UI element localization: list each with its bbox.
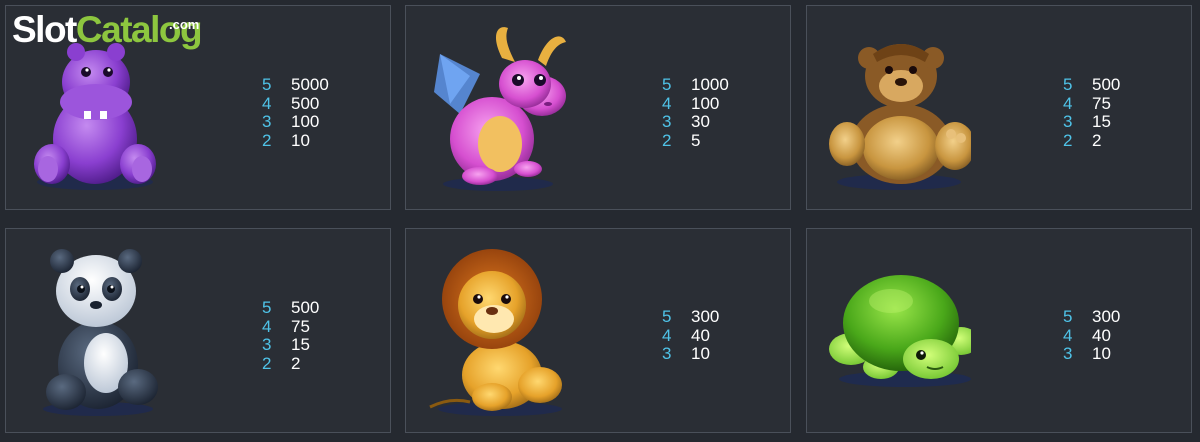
symbol-count: 2 [662,130,672,150]
paytable-row: 4 500 [262,93,329,114]
paytable-row: 5 300 [1063,307,1121,327]
paytable-row: 5 5000 [262,75,329,95]
paytable-row: 3 15 [262,335,319,355]
paytable-row: 22 [262,353,319,374]
payout-value: 1000 [691,75,729,94]
slotcatalog-watermark: SlotCatalog .com [12,9,203,50]
pink-dragon-icon [420,14,570,199]
symbol-count: 5 [662,75,672,94]
paytable-row: 4 40 [1063,325,1120,346]
payout-value: 15 [291,335,310,354]
payout-value: 2 [1092,130,1102,150]
watermark-com: .com [169,17,200,32]
symbol-count: 2 [262,353,272,373]
paytable-row: 5 1000 [662,75,729,95]
payout-value: 500 [291,298,320,317]
paytable-row: 3 10 [1063,344,1120,364]
turtle-icon [821,237,971,422]
lion-icon [420,237,570,422]
payout-value: 5 [691,130,701,150]
symbol-count: 2 [1063,130,1073,150]
payout-value: 500 [1092,75,1121,94]
symbol-count: 4 [262,93,272,113]
watermark-slot: Slot [12,9,77,50]
paytable-row: 4 75 [1063,93,1120,114]
symbol-panel-turtle: 5 300 4 40 3 10 [806,228,1192,433]
symbol-count: 4 [1063,93,1073,113]
payout-value: 100 [291,112,320,131]
symbol-count: 3 [662,112,672,131]
symbol-count: 4 [262,316,272,336]
paytable-row: 5 500 [262,298,320,318]
payout-value: 40 [1092,325,1111,345]
symbol-count: 3 [1063,344,1073,363]
payout-value: 10 [691,344,710,363]
paytable-row: 4 40 [662,325,719,346]
payout-value: 500 [291,93,320,113]
symbol-count: 3 [662,344,672,363]
payout-value: 30 [691,112,710,131]
paytable-dragon: 5 1000 4 100 3 30 25 [662,75,729,151]
payout-value: 2 [291,353,301,373]
payout-value: 300 [691,307,720,326]
symbol-panel-bear: 5 500 4 75 3 15 22 [806,5,1192,210]
payout-value: 10 [1092,344,1111,363]
paytable-panda: 5 500 4 75 3 15 22 [262,298,320,374]
symbol-count: 4 [1063,325,1073,345]
paytable-row: 5 500 [1063,75,1121,95]
symbol-panel-panda: 5 500 4 75 3 15 22 [5,228,391,433]
paytable-row: 3 30 [662,112,729,132]
symbol-count: 3 [262,335,272,354]
paytable-row: 4 100 [662,93,729,114]
panda-icon [20,237,170,422]
payout-value: 300 [1092,307,1121,326]
symbol-count: 4 [662,93,672,113]
paytable-bear: 5 500 4 75 3 15 22 [1063,75,1121,151]
paytable-row: 25 [662,130,729,151]
symbol-count: 5 [1063,307,1073,326]
symbol-panel-lion: 5 300 4 40 3 10 [405,228,791,433]
paytable-row: 4 75 [262,316,319,337]
symbol-count: 5 [662,307,672,326]
payout-value: 100 [691,93,720,113]
payout-value: 40 [691,325,710,345]
payout-value: 75 [1092,93,1111,113]
symbol-count: 3 [262,112,272,131]
paytable-turtle: 5 300 4 40 3 10 [1063,307,1121,364]
symbol-count: 2 [262,130,272,150]
paytable-hippo: 5 5000 4 500 3 100 2 10 [262,75,329,151]
symbol-count: 5 [262,298,272,317]
symbol-count: 5 [262,75,272,94]
symbol-count: 4 [662,325,672,345]
payout-value: 10 [291,130,310,150]
paytable-lion: 5 300 4 40 3 10 [662,307,720,364]
payout-value: 75 [291,316,310,336]
paytable-row: 3 100 [262,112,329,132]
symbol-count: 5 [1063,75,1073,94]
payout-value: 5000 [291,75,329,94]
paytable-row: 3 15 [1063,112,1120,132]
paytable-page: 5 5000 4 500 3 100 2 10 5 1000 4 100 3 3… [0,0,1200,442]
paytable-row: 22 [1063,130,1120,151]
symbol-count: 3 [1063,112,1073,131]
paytable-row: 2 10 [262,130,329,151]
teddy-bear-icon [821,14,971,199]
payout-value: 15 [1092,112,1111,131]
paytable-row: 3 10 [662,344,719,364]
paytable-row: 5 300 [662,307,720,327]
symbol-panel-dragon: 5 1000 4 100 3 30 25 [405,5,791,210]
